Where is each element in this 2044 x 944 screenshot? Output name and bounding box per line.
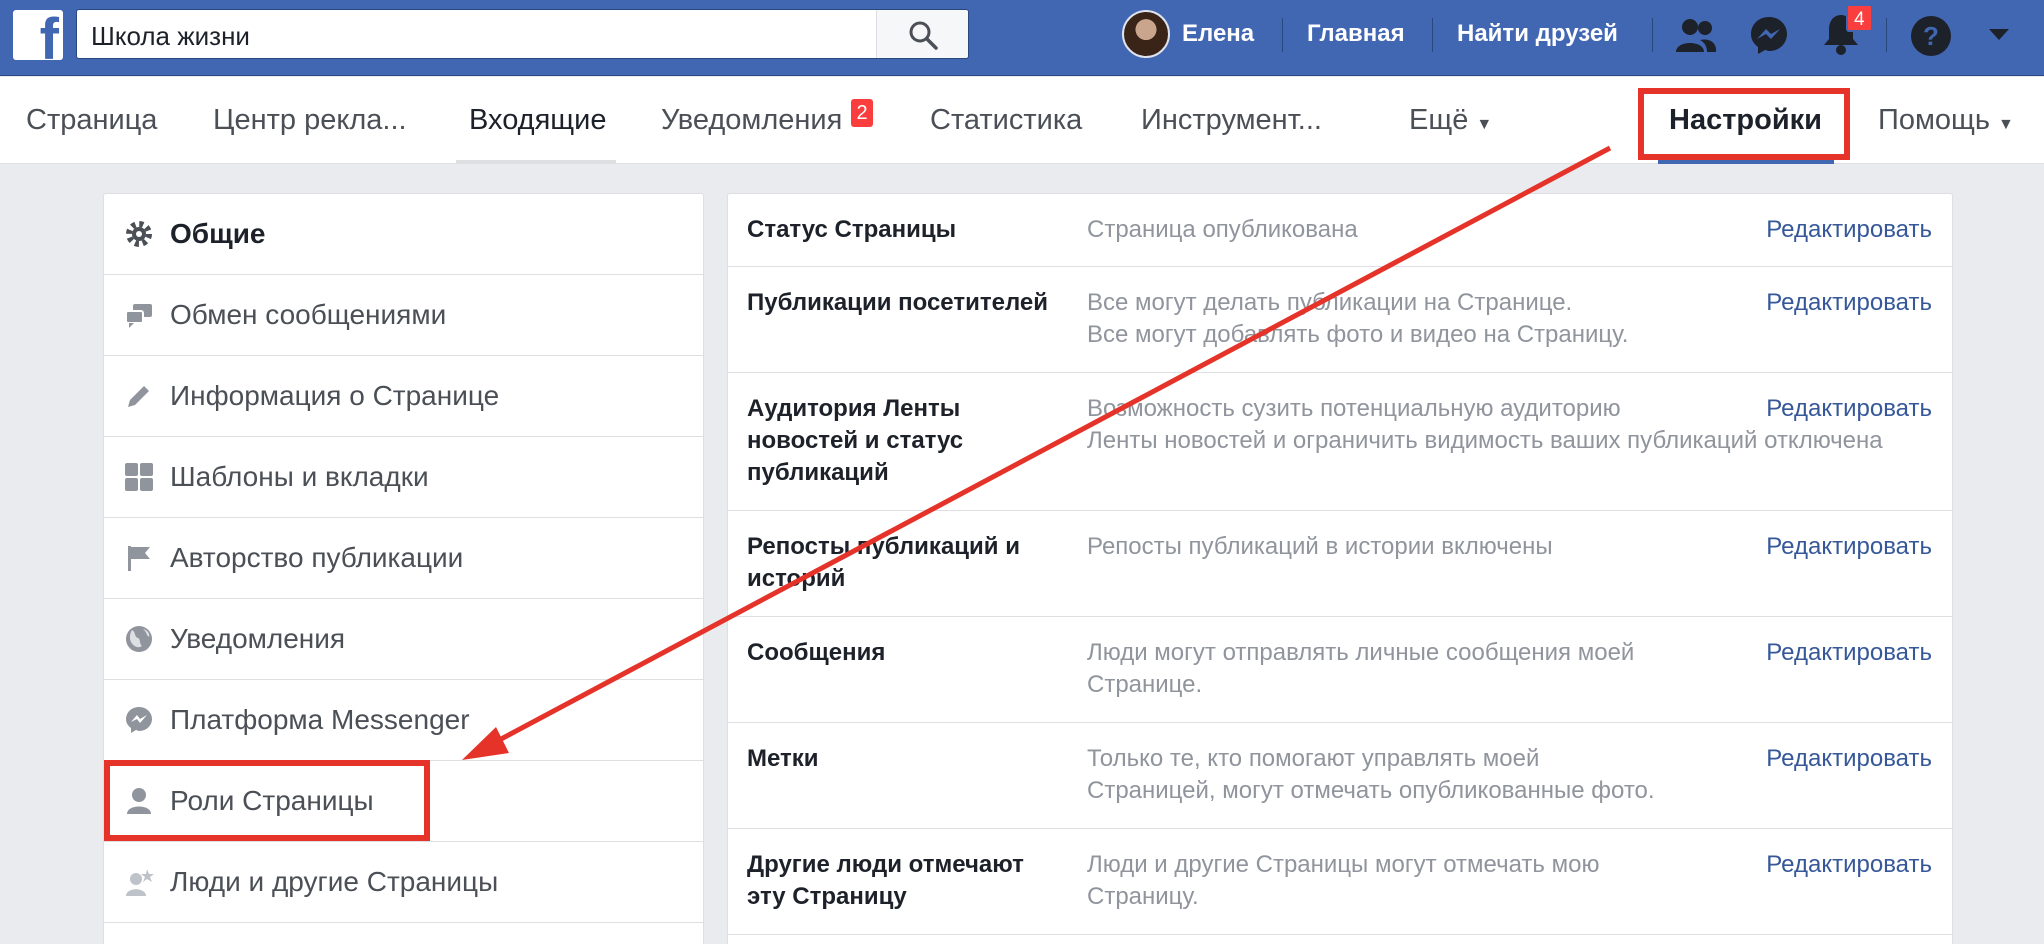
tab-underline — [456, 160, 616, 164]
sidebar-item-label: Платформа Messenger — [170, 704, 470, 735]
flag-icon — [128, 546, 150, 571]
edit-link[interactable]: Редактировать — [1766, 531, 1932, 563]
tab-more-label: Ещё — [1409, 104, 1469, 136]
divider — [1652, 18, 1653, 52]
tab-page[interactable]: Страница — [26, 104, 157, 137]
sidebar-item-templates[interactable]: Шаблоны и вкладки — [104, 437, 703, 518]
sidebar-item-general[interactable]: Общие — [104, 194, 703, 275]
avatar[interactable] — [1122, 10, 1170, 58]
notifications-count-badge: 4 — [1846, 4, 1873, 32]
facebook-logo-icon[interactable]: f — [13, 10, 63, 60]
settings-tab-highlight — [1638, 88, 1850, 160]
sidebar-item-label: Информация о Странице — [170, 380, 500, 411]
edit-link[interactable]: Редактировать — [1766, 393, 1932, 425]
messenger-icon[interactable] — [1748, 14, 1790, 56]
chat-bubbles-icon — [125, 304, 152, 328]
setting-row-visitor-posts: Публикации посетителей Все могут делать … — [728, 267, 1952, 373]
setting-row-messages: Сообщения Люди могут отправлять личные с… — [728, 617, 1952, 723]
setting-row-others-tagging: Другие люди отмечают эту Страницу Люди и… — [728, 829, 1952, 935]
sidebar-item-label: Шаблоны и вкладки — [170, 461, 429, 492]
sidebar-item-page-info[interactable]: Информация о Странице — [104, 356, 703, 437]
divider — [1282, 18, 1283, 52]
setting-title: Публикации посетителей — [747, 289, 1048, 316]
edit-link[interactable]: Редактировать — [1766, 214, 1932, 246]
sidebar-item-messenger-platform[interactable]: Платформа Messenger — [104, 680, 703, 761]
tab-insights[interactable]: Статистика — [930, 104, 1082, 137]
edit-link[interactable]: Редактировать — [1766, 743, 1932, 775]
setting-row-page-status: Статус Страницы Страница опубликована Ре… — [728, 194, 1952, 267]
sidebar-item-label: Уведомления — [170, 623, 346, 654]
setting-row-tagging: Метки Только те, кто помогают управлять … — [728, 723, 1952, 829]
tab-inbox[interactable]: Входящие — [469, 104, 607, 137]
tab-notifications[interactable]: Уведомления — [661, 104, 842, 137]
help-icon[interactable]: ? — [1909, 14, 1953, 58]
edit-link[interactable]: Редактировать — [1766, 849, 1932, 881]
edit-link[interactable]: Редактировать — [1766, 287, 1932, 319]
search-input[interactable]: Школа жизни — [91, 21, 250, 52]
home-link[interactable]: Главная — [1307, 20, 1405, 48]
find-friends-link[interactable]: Найти друзей — [1457, 20, 1618, 48]
page-roles-highlight — [104, 760, 430, 841]
sidebar-item-messaging[interactable]: Обмен сообщениями — [104, 275, 703, 356]
chevron-down-icon: ▼ — [1998, 116, 2014, 133]
setting-row-news-feed-audience: Аудитория Ленты новостей и статус публик… — [728, 373, 1952, 511]
sidebar-item-label: Авторство публикации — [170, 542, 464, 573]
setting-title: Аудитория Ленты новостей и статус публик… — [747, 395, 964, 486]
edit-link[interactable]: Редактировать — [1766, 637, 1932, 669]
divider — [1432, 18, 1433, 52]
grid-icon — [125, 463, 153, 491]
sidebar-item-people-and-pages[interactable]: Люди и другие Страницы — [104, 842, 703, 923]
notifications-badge: 2 — [851, 99, 873, 127]
setting-title: Статус Страницы — [747, 216, 957, 243]
search-field[interactable]: Школа жизни — [76, 9, 969, 59]
pencil-icon — [128, 386, 149, 407]
chevron-down-icon: ▼ — [1476, 116, 1493, 133]
tab-more[interactable]: Ещё ▼ — [1409, 104, 1492, 137]
sidebar-item-label: Общие — [170, 218, 266, 249]
tab-help[interactable]: Помощь ▼ — [1878, 104, 2014, 137]
setting-row-story-reshares: Репосты публикаций и историй Репосты пуб… — [728, 511, 1952, 617]
sidebar-item-post-attribution[interactable]: Авторство публикации — [104, 518, 703, 599]
sidebar-item-label: Обмен сообщениями — [170, 299, 447, 330]
messenger-icon — [126, 707, 152, 733]
svg-text:?: ? — [1923, 21, 1939, 51]
tab-tools[interactable]: Инструмент... — [1141, 104, 1322, 137]
setting-title: Репосты публикаций и историй — [747, 533, 1020, 592]
friend-requests-icon[interactable] — [1674, 16, 1718, 56]
tab-help-label: Помощь — [1878, 104, 1991, 136]
tab-ad-center[interactable]: Центр рекла... — [213, 104, 407, 137]
general-settings-table: Статус Страницы Страница опубликована Ре… — [727, 193, 1953, 944]
setting-title: Другие люди отмечают эту Страницу — [747, 851, 1024, 910]
search-icon — [909, 21, 938, 50]
sidebar-item-notifications[interactable]: Уведомления — [104, 599, 703, 680]
setting-title: Метки — [747, 745, 819, 772]
top-bar: f Школа жизни Елена Главная Найти друзей… — [0, 0, 2044, 76]
person-star-icon — [126, 869, 154, 896]
search-button[interactable] — [876, 10, 968, 58]
sidebar-item-label: Люди и другие Страницы — [170, 866, 499, 897]
globe-icon — [126, 626, 152, 652]
gear-icon — [126, 221, 152, 247]
divider — [1886, 18, 1887, 52]
account-menu-caret-icon[interactable] — [1988, 28, 2010, 42]
profile-link[interactable]: Елена — [1182, 20, 1254, 48]
setting-title: Сообщения — [747, 639, 886, 666]
